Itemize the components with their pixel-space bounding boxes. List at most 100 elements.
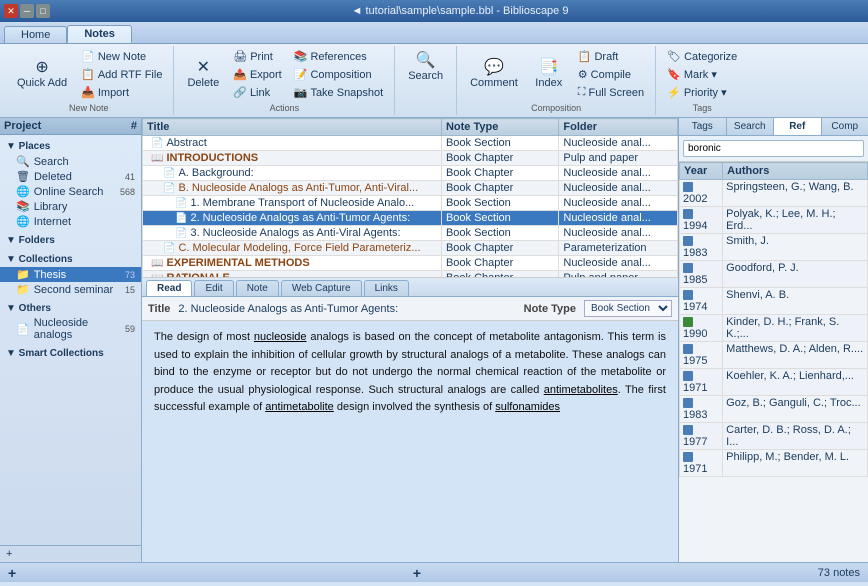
tab-note[interactable]: Note bbox=[236, 280, 279, 296]
print-icon: 🖨 bbox=[233, 50, 247, 63]
sidebar-section-places: ▼ Places 🔍 Search 🗑 Deleted 41 🌐 Online … bbox=[0, 137, 141, 231]
new-note-button[interactable]: 📄 New Note bbox=[76, 48, 167, 65]
full-screen-button[interactable]: ⛶ Full Screen bbox=[573, 84, 649, 101]
take-snapshot-button[interactable]: 📷 Take Snapshot bbox=[289, 84, 388, 101]
list-item[interactable]: 1977 Carter, D. B.; Ross, D. A.; I... bbox=[680, 423, 868, 450]
compile-button[interactable]: ⚙ Compile bbox=[573, 66, 649, 83]
sidebar-section-header-places[interactable]: ▼ Places bbox=[0, 139, 141, 154]
row-icon: 📄 bbox=[163, 183, 175, 194]
comment-button[interactable]: 💬 Comment bbox=[463, 55, 525, 94]
antimetabolite-link[interactable]: antimetabolite bbox=[265, 401, 334, 413]
table-row[interactable]: 📖RATIONALE Book Chapter Pulp and paper bbox=[143, 271, 678, 279]
tab-notes[interactable]: Notes bbox=[67, 25, 132, 43]
minimize-icon[interactable]: ─ bbox=[20, 4, 34, 18]
list-item[interactable]: 1975 Matthews, D. A.; Alden, R.... bbox=[680, 342, 868, 369]
list-item[interactable]: 1971 Koehler, K. A.; Lienhard,... bbox=[680, 369, 868, 396]
categorize-icon: 🏷 bbox=[667, 50, 681, 63]
status-add-button-2[interactable]: + bbox=[413, 565, 421, 581]
add-rtf-icon: 📋 bbox=[81, 68, 95, 81]
ribbon-group-label-tags: Tags bbox=[693, 103, 712, 113]
tab-home[interactable]: Home bbox=[4, 26, 67, 43]
table-row[interactable]: 📄Abstract Book Section Nucleoside anal..… bbox=[143, 136, 678, 151]
sidebar-section-header-folders[interactable]: ▼ Folders bbox=[0, 233, 141, 248]
comment-icon: 💬 bbox=[484, 60, 504, 76]
sidebar-section-header-smart[interactable]: ▼ Smart Collections bbox=[0, 346, 141, 361]
list-item[interactable]: 1971 Philipp, M.; Bender, M. L. bbox=[680, 450, 868, 477]
table-row[interactable]: 📄3. Nucleoside Analogs as Anti-Viral Age… bbox=[143, 226, 678, 241]
sidebar-item-search[interactable]: 🔍 Search bbox=[0, 154, 141, 169]
row-icon: 📄 bbox=[151, 138, 163, 149]
ref-search-input[interactable] bbox=[683, 140, 864, 157]
delete-button[interactable]: ✕ Delete bbox=[180, 55, 226, 94]
sidebar-section-header-collections[interactable]: ▼ Collections bbox=[0, 252, 141, 267]
right-tab-tags[interactable]: Tags bbox=[679, 118, 727, 135]
table-row[interactable]: 📄B. Nucleoside Analogs as Anti-Tumor, An… bbox=[143, 181, 678, 196]
table-row[interactable]: 📖EXPERIMENTAL METHODS Book Chapter Nucle… bbox=[143, 256, 678, 271]
import-button[interactable]: 📥 Import bbox=[76, 84, 167, 101]
close-icon[interactable]: ✕ bbox=[4, 4, 18, 18]
search-ribbon-button[interactable]: 🔍 Search bbox=[401, 48, 450, 87]
sidebar-item-library[interactable]: 📚 Library bbox=[0, 199, 141, 214]
nucleoside-link[interactable]: nucleoside bbox=[254, 331, 307, 343]
export-button[interactable]: 📤 Export bbox=[228, 66, 287, 83]
tab-links[interactable]: Links bbox=[364, 280, 409, 296]
right-tab-ref[interactable]: Ref bbox=[774, 118, 822, 135]
list-item[interactable]: 1983 Goz, B.; Ganguli, C.; Troc... bbox=[680, 396, 868, 423]
ribbon-group-composition: 💬 Comment 📑 Index 📋 Draft ⚙ Compile ⛶ Fu bbox=[457, 46, 656, 115]
right-tab-search[interactable]: Search bbox=[727, 118, 775, 135]
ribbon-group-tags: 🏷 Categorize 🔖 Mark ▾ ⚡ Priority ▾ Tags bbox=[656, 46, 748, 115]
list-item[interactable]: 1983 Smith, J. bbox=[680, 234, 868, 261]
sidebar-item-internet[interactable]: 🌐 Internet bbox=[0, 214, 141, 229]
tab-edit[interactable]: Edit bbox=[194, 280, 233, 296]
print-button[interactable]: 🖨 Print bbox=[228, 48, 287, 65]
composition-icon: 📝 bbox=[294, 68, 308, 81]
sidebar-item-thesis[interactable]: 📁 Thesis 73 bbox=[0, 267, 141, 282]
antimetabolites-link[interactable]: antimetabolites bbox=[544, 384, 618, 396]
references-button[interactable]: 📚 References bbox=[289, 48, 388, 65]
sidebar-section-header-others[interactable]: ▼ Others bbox=[0, 301, 141, 316]
sidebar-item-nucleoside[interactable]: 📄 Nucleoside analogs 59 bbox=[0, 316, 141, 342]
sidebar-item-online-search[interactable]: 🌐 Online Search 568 bbox=[0, 184, 141, 199]
add-rtf-button[interactable]: 📋 Add RTF File bbox=[76, 66, 167, 83]
maximize-icon[interactable]: □ bbox=[36, 4, 50, 18]
table-row[interactable]: 📄C. Molecular Modeling, Force Field Para… bbox=[143, 241, 678, 256]
list-item[interactable]: 1990 Kinder, D. H.; Frank, S. K.;... bbox=[680, 315, 868, 342]
index-button[interactable]: 📑 Index bbox=[527, 55, 571, 94]
list-item[interactable]: 1994 Polyak, K.; Lee, M. H.; Erd... bbox=[680, 207, 868, 234]
quick-add-button[interactable]: ⊕ Quick Add bbox=[10, 55, 74, 94]
full-screen-icon: ⛶ bbox=[578, 86, 586, 99]
row-icon: 📖 bbox=[151, 153, 163, 164]
status-add-button[interactable]: + bbox=[8, 565, 16, 581]
thesis-icon: 📁 bbox=[16, 268, 30, 281]
tab-web-capture[interactable]: Web Capture bbox=[281, 280, 362, 296]
mark-button[interactable]: 🔖 Mark ▾ bbox=[662, 66, 742, 83]
categorize-button[interactable]: 🏷 Categorize bbox=[662, 48, 742, 65]
composition-button[interactable]: 📝 Composition bbox=[289, 66, 388, 83]
table-row[interactable]: 📄A. Background: Book Chapter Nucleoside … bbox=[143, 166, 678, 181]
table-row[interactable]: 📖INTRODUCTIONS Book Chapter Pulp and pap… bbox=[143, 151, 678, 166]
compile-icon: ⚙ bbox=[578, 68, 588, 81]
right-tab-comp[interactable]: Comp bbox=[822, 118, 868, 135]
link-icon: 🔗 bbox=[233, 86, 247, 99]
ref-icon bbox=[683, 263, 693, 273]
table-row[interactable]: 📄1. Membrane Transport of Nucleoside Ana… bbox=[143, 196, 678, 211]
col-header-note-type: Note Type bbox=[441, 119, 558, 136]
link-button[interactable]: 🔗 Link bbox=[228, 84, 287, 101]
center-area: Title Note Type Folder 📄Abstract Book Se… bbox=[142, 118, 678, 562]
detail-title-value: 2. Nucleoside Analogs as Anti-Tumor Agen… bbox=[178, 303, 515, 315]
sidebar-add-button[interactable]: + bbox=[0, 545, 141, 562]
window-controls[interactable]: ✕ ─ □ bbox=[4, 4, 50, 18]
online-search-icon: 🌐 bbox=[16, 185, 30, 198]
draft-button[interactable]: 📋 Draft bbox=[573, 48, 649, 65]
sidebar-item-second-seminar[interactable]: 📁 Second seminar 15 bbox=[0, 282, 141, 297]
sidebar-header: Project # bbox=[0, 118, 141, 135]
note-type-select[interactable]: Book Section Book Chapter bbox=[584, 300, 672, 317]
list-item[interactable]: 1985 Goodford, P. J. bbox=[680, 261, 868, 288]
table-row[interactable]: 📄2. Nucleoside Analogs as Anti-Tumor Age… bbox=[143, 211, 678, 226]
list-item[interactable]: 2002 Springsteen, G.; Wang, B. bbox=[680, 180, 868, 207]
tab-read[interactable]: Read bbox=[146, 280, 192, 296]
list-item[interactable]: 1974 Shenvi, A. B. bbox=[680, 288, 868, 315]
sulfonamides-link[interactable]: sulfonamides bbox=[495, 401, 560, 413]
sidebar-item-deleted[interactable]: 🗑 Deleted 41 bbox=[0, 169, 141, 184]
priority-button[interactable]: ⚡ Priority ▾ bbox=[662, 84, 742, 101]
